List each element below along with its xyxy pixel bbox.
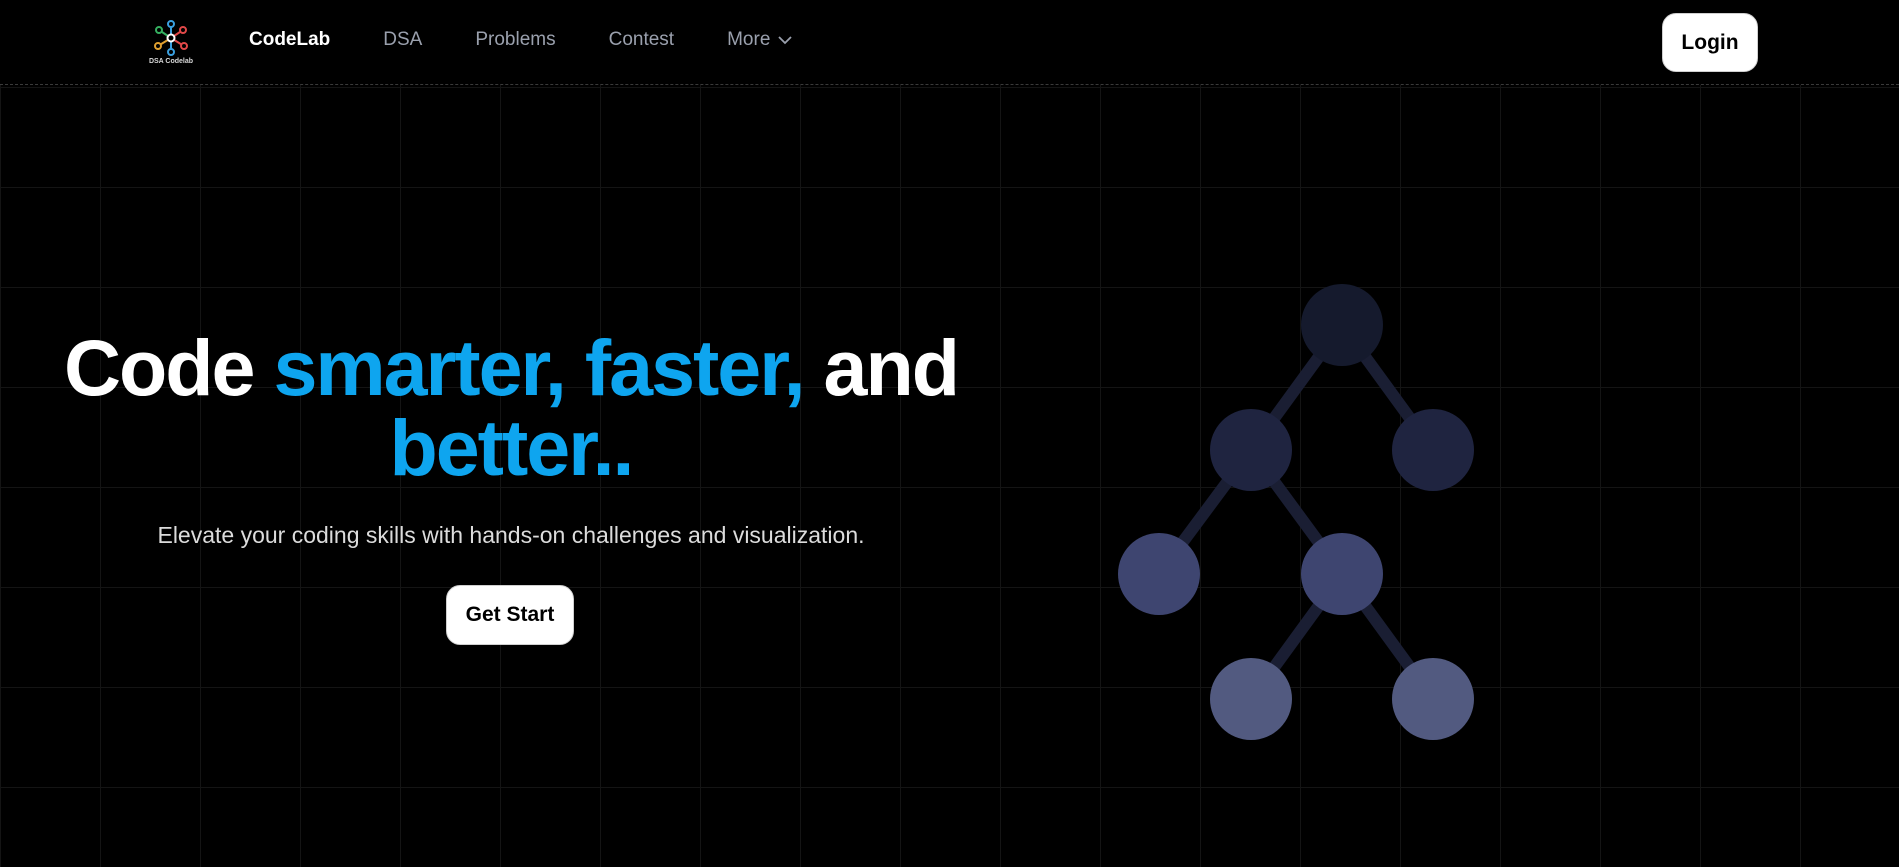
tree-edges (1153, 319, 1439, 705)
nav-item-codelab[interactable]: CodeLab (249, 29, 330, 51)
tree-node (1210, 658, 1292, 740)
login-button[interactable]: Login (1662, 13, 1758, 72)
chevron-down-icon (778, 29, 793, 51)
nav-item-dsa[interactable]: DSA (383, 29, 422, 51)
nav-item-contest[interactable]: Contest (609, 29, 674, 51)
top-navbar: DSA Codelab CodeLab DSA Problems Contest… (0, 0, 1899, 85)
hero-title-accent2: better.. (389, 403, 634, 492)
nav-item-more-label: More (727, 29, 771, 50)
tree-node-root (1301, 284, 1383, 366)
nav-item-problems[interactable]: Problems (475, 29, 555, 51)
hero-subtitle: Elevate your coding skills with hands-on… (157, 522, 865, 548)
hero-title-accent: smarter, faster, (273, 323, 805, 412)
hero-title-part2: and (803, 323, 960, 412)
binary-tree-illustration (1118, 284, 1474, 740)
tree-node (1210, 409, 1292, 491)
logo-text: DSA Codelab (148, 58, 194, 65)
hero-title-part1: Code (63, 323, 274, 412)
tree-node (1118, 533, 1200, 615)
tree-node (1392, 658, 1474, 740)
nav-item-more[interactable]: More (727, 29, 793, 51)
tree-node (1301, 533, 1383, 615)
tree-node (1392, 409, 1474, 491)
page: DSA Codelab CodeLab DSA Problems Contest… (0, 0, 1899, 867)
brand-logo[interactable]: DSA Codelab (146, 18, 196, 70)
hero-title: Code smarter, faster, and better.. (40, 328, 982, 488)
main-nav: CodeLab DSA Problems Contest More (249, 0, 845, 80)
network-graph-icon (154, 20, 188, 56)
get-start-button[interactable]: Get Start (446, 585, 574, 645)
